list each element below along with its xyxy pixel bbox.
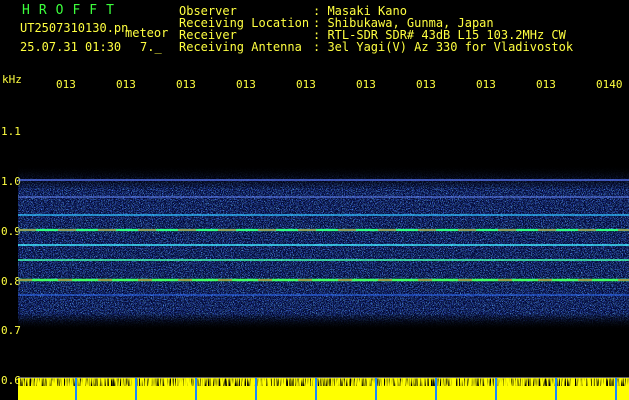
- signal-strip: [18, 378, 629, 400]
- time-tick: 013: [476, 78, 496, 91]
- time-tick: 013: [236, 78, 256, 91]
- app-name: HROFFT: [22, 3, 123, 18]
- time-tick: 013: [176, 78, 196, 91]
- time-tick: 013: [116, 78, 136, 91]
- time-tick: 013: [416, 78, 436, 91]
- antenna-value: : 3el Yagi(V) Az 330 for Vladivostok: [313, 40, 574, 54]
- antenna-label: Receiving Antenna: [179, 40, 302, 54]
- meteor-label: meteor: [125, 26, 169, 40]
- time-tick: 013: [296, 78, 316, 91]
- time-tick: 0140: [596, 78, 623, 91]
- time-tick: 013: [356, 78, 376, 91]
- file-name: UT2507310130.pn: [20, 21, 129, 35]
- spectrogram-plot: [18, 165, 629, 379]
- time-tick: 013: [536, 78, 556, 91]
- noise-band: [18, 165, 629, 330]
- meteor-count: 7._: [140, 40, 162, 54]
- frequency-unit: kHz: [2, 73, 22, 86]
- date-time: 25.07.31 01:30: [20, 40, 122, 54]
- time-tick: 013: [56, 78, 76, 91]
